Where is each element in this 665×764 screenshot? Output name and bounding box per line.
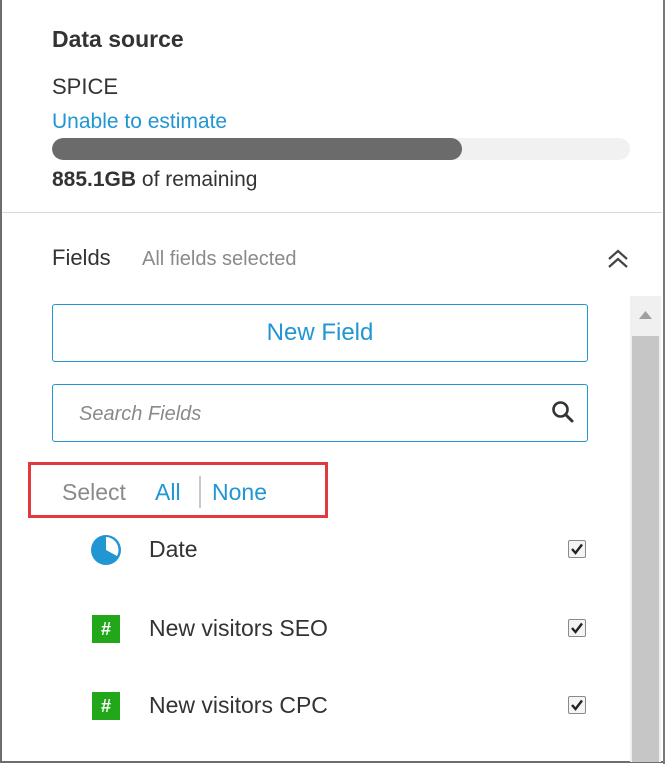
field-checkbox[interactable] (568, 619, 586, 637)
spice-usage-fill (52, 138, 463, 160)
collapse-fields-button[interactable] (602, 244, 634, 276)
estimate-link[interactable]: Unable to estimate (52, 110, 227, 134)
numeric-field-icon: # (92, 692, 120, 720)
data-source-title: Data source (52, 26, 184, 52)
fields-scrollbar[interactable] (630, 296, 661, 762)
clock-icon (91, 535, 121, 565)
field-row-date[interactable]: Date (52, 532, 612, 572)
remaining-suffix: of remaining (136, 168, 258, 191)
select-separator (199, 476, 201, 508)
remaining-amount: 885.1GB (52, 168, 137, 191)
double-chevron-up-icon (608, 249, 628, 268)
scroll-thumb[interactable] (632, 336, 659, 762)
search-icon[interactable] (550, 399, 576, 425)
numeric-field-icon: # (92, 615, 120, 643)
spice-usage-bar (52, 138, 630, 160)
field-checkbox[interactable] (568, 540, 586, 558)
select-label: Select (62, 479, 126, 505)
field-name: New visitors SEO (149, 615, 328, 641)
fields-status: All fields selected (142, 248, 297, 270)
fields-heading: Fields (52, 245, 111, 270)
search-fields-box (52, 384, 588, 442)
field-row-new-visitors-cpc[interactable]: # New visitors CPC (52, 688, 612, 728)
triangle-up-icon (639, 311, 652, 319)
checkmark-icon (571, 543, 583, 555)
section-divider (2, 212, 662, 213)
checkmark-icon (571, 699, 583, 711)
field-name: New visitors CPC (149, 692, 328, 718)
spice-remaining-text: 885.1GB of remaining (52, 168, 257, 192)
field-checkbox[interactable] (568, 696, 586, 714)
scroll-up-button[interactable] (630, 296, 661, 330)
data-source-type: SPICE (52, 74, 119, 99)
select-all-link[interactable]: All (155, 479, 181, 506)
field-name: Date (149, 536, 198, 562)
select-none-link[interactable]: None (212, 479, 267, 506)
field-row-new-visitors-seo[interactable]: # New visitors SEO (52, 611, 612, 651)
search-fields-input[interactable] (77, 397, 541, 431)
checkmark-icon (571, 622, 583, 634)
new-field-button[interactable]: New Field (52, 304, 588, 362)
